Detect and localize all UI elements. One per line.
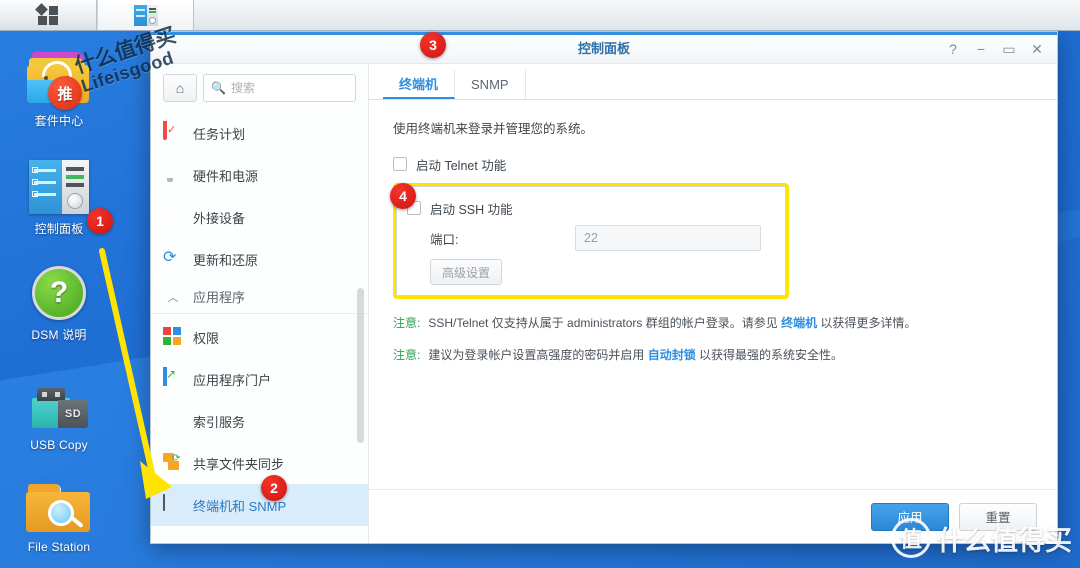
telnet-checkbox[interactable] [393, 157, 407, 171]
desktop-icon-label: 套件中心 [34, 114, 84, 128]
step-badge-3: 3 [420, 32, 446, 58]
note-text: 建议为登录帐户设置高强度的密码并启用 自动封锁 以获得最强的系统安全性。 [428, 346, 843, 363]
content-tabs: 终端机 SNMP [369, 70, 1057, 100]
ssh-label: 启动 SSH 功能 [430, 202, 513, 217]
tab-label: 终端机 [399, 77, 439, 92]
note-text-after: 以获得最强的系统安全性。 [695, 348, 844, 362]
search-input-wrapper[interactable]: 🔍 [203, 74, 356, 102]
advanced-settings-button[interactable]: 高级设置 [430, 259, 502, 285]
port-value: 22 [584, 231, 598, 245]
taskbar-empty-area [194, 0, 1080, 30]
close-icon[interactable]: ✕ [1023, 35, 1051, 63]
window-body: ⌂ 🔍 任务计划 硬件和电源 外接设备 [151, 64, 1057, 543]
note-row-1: 注意: SSH/Telnet 仅支持从属于 administrators 群组的… [393, 314, 1035, 331]
panel-intro-text: 使用终端机来登录并管理您的系统。 [393, 122, 594, 136]
package-center-icon: 推 [4, 44, 114, 110]
terminal-settings-panel: 使用终端机来登录并管理您的系统。 启动 Telnet 功能 启动 SSH 功能 … [369, 100, 1057, 489]
port-input[interactable]: 22 [575, 225, 761, 251]
sidebar-group-label: 应用程序 [193, 290, 246, 305]
note-row-2: 注意: 建议为登录帐户设置高强度的密码并启用 自动封锁 以获得最强的系统安全性。 [393, 346, 1035, 363]
sidebar-search-row: ⌂ 🔍 [151, 64, 368, 110]
sidebar-item-label: 更新和还原 [193, 252, 259, 268]
tab-terminal[interactable]: 终端机 [383, 70, 456, 99]
reset-button[interactable]: 重置 [959, 502, 1037, 531]
desktop-icon-package-center[interactable]: 推 套件中心 [4, 44, 114, 129]
window-title: 控制面板 [577, 41, 630, 56]
search-input[interactable] [230, 81, 348, 95]
note-link-auto-block[interactable]: 自动封锁 [648, 348, 696, 362]
step-badge-1: 1 [87, 208, 113, 234]
note-link-terminal[interactable]: 终端机 [781, 316, 817, 330]
minimize-icon[interactable]: − [967, 35, 995, 63]
sidebar-item-label: 共享文件夹同步 [193, 456, 285, 472]
sidebar-item-hardware-power[interactable]: 硬件和电源 [151, 154, 368, 196]
window-titlebar[interactable]: 控制面板 ? − ▭ ✕ [151, 32, 1057, 64]
port-label: 端口: [430, 232, 459, 247]
ssh-settings-highlight-group: 启动 SSH 功能 端口: 22 高级设置 [393, 183, 789, 299]
panel-footer: 应用 重置 [369, 489, 1057, 543]
control-panel-window: 控制面板 ? − ▭ ✕ ⌂ 🔍 任务计划 [150, 31, 1058, 544]
sidebar-item-label: 外接设备 [193, 210, 246, 226]
help-icon[interactable]: ? [939, 35, 967, 63]
sidebar-item-task-scheduler[interactable]: 任务计划 [151, 112, 368, 154]
sidebar-item-external-devices[interactable]: 外接设备 [151, 196, 368, 238]
home-icon[interactable]: ⌂ [163, 74, 197, 102]
tab-label: SNMP [471, 77, 509, 92]
sidebar-item-label: 索引服务 [193, 414, 246, 430]
telnet-label: 启动 Telnet 功能 [416, 158, 507, 173]
ssh-port-row: 端口: 22 [407, 225, 775, 251]
note-text-before: 建议为登录帐户设置高强度的密码并启用 [428, 348, 648, 362]
task-scheduler-icon [163, 121, 183, 143]
sidebar-item-label: 应用程序门户 [193, 372, 272, 388]
sidebar-item-label: 硬件和电源 [193, 168, 259, 184]
note-key: 注意: [393, 316, 421, 330]
window-controls: ? − ▭ ✕ [939, 35, 1057, 63]
note-text-before: SSH/Telnet 仅支持从属于 administrators 群组的帐户登录… [428, 316, 782, 330]
grid-icon [35, 3, 59, 25]
step-badge-4: 4 [390, 183, 416, 209]
control-panel-icon [133, 4, 158, 26]
desktop-icon-label: File Station [27, 540, 91, 554]
maximize-icon[interactable]: ▭ [995, 35, 1023, 63]
help-question-glyph: ? [32, 266, 86, 320]
sidebar-item-label: 任务计划 [193, 126, 246, 142]
sidebar-item-label: 权限 [193, 330, 220, 346]
note-text-after: 以获得更多详情。 [817, 316, 917, 330]
annotation-arrow [99, 248, 172, 499]
ssh-checkbox-row[interactable]: 启动 SSH 功能 [407, 195, 775, 221]
taskbar-control-panel-button[interactable] [97, 0, 194, 30]
hardware-power-icon [163, 165, 183, 185]
external-devices-icon [163, 207, 183, 227]
apply-button[interactable]: 应用 [871, 502, 949, 531]
control-panel-icon [4, 152, 114, 214]
tab-snmp[interactable]: SNMP [455, 70, 526, 99]
sidebar-scrollbar[interactable] [357, 288, 364, 443]
control-panel-content: 终端机 SNMP 使用终端机来登录并管理您的系统。 启动 Telnet 功能 启… [369, 64, 1057, 543]
search-icon: 🔍 [211, 81, 226, 95]
step-badge-2: 2 [261, 475, 287, 501]
note-key: 注意: [393, 348, 421, 362]
taskbar [0, 0, 1080, 31]
taskbar-apps-button[interactable] [0, 0, 97, 30]
package-center-seal: 推 [48, 76, 82, 110]
note-text: SSH/Telnet 仅支持从属于 administrators 群组的帐户登录… [428, 314, 916, 331]
telnet-checkbox-row[interactable]: 启动 Telnet 功能 [393, 151, 1035, 177]
